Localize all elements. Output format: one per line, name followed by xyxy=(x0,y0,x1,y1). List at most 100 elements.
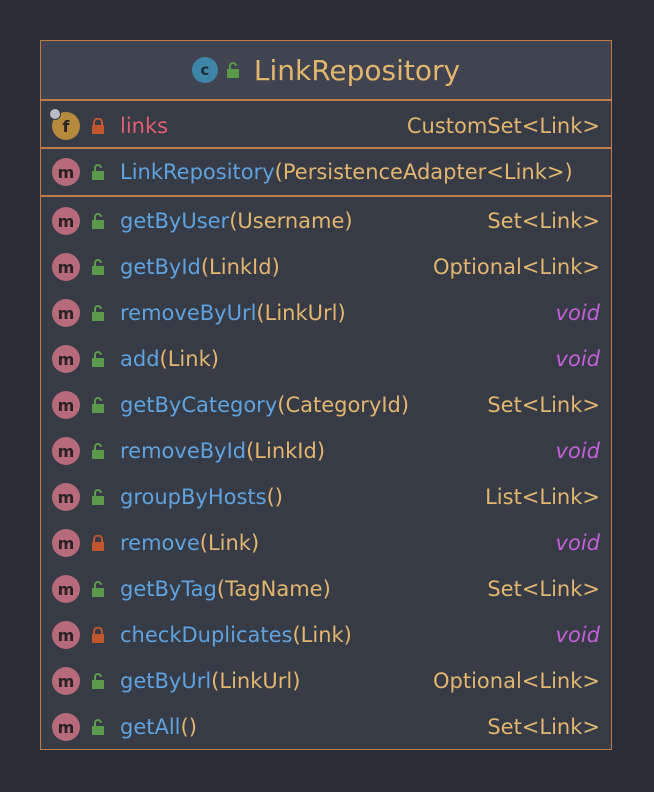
member-identifier: getByCategory xyxy=(120,393,278,417)
member-params: (PersistenceAdapter<Link>) xyxy=(274,160,573,184)
member-identifier: remove xyxy=(120,531,200,555)
public-lock-icon xyxy=(92,259,104,275)
member-params: (TagName) xyxy=(216,577,331,601)
member-params: (CategoryId) xyxy=(277,393,410,417)
class-diagram-box: c LinkRepository f links CustomSet<Link> m… xyxy=(40,40,612,750)
return-type: void xyxy=(555,623,600,647)
return-type: Set<Link> xyxy=(487,577,600,601)
member-identifier: removeById xyxy=(120,439,247,463)
member-params: (LinkId) xyxy=(246,439,326,463)
method-row[interactable]: m getByTag(TagName) Set<Link> xyxy=(41,566,611,612)
member-identifier: LinkRepository xyxy=(120,160,275,184)
method-row[interactable]: m removeById(LinkId) void xyxy=(41,428,611,474)
method-badge-icon: m xyxy=(52,575,80,603)
member-params: () xyxy=(180,715,197,739)
member-identifier: getByUser xyxy=(120,209,230,233)
member-name: getByUrl(LinkUrl) xyxy=(120,669,300,693)
member-params: () xyxy=(266,485,283,509)
method-row[interactable]: m add(Link) void xyxy=(41,336,611,382)
class-icon: c xyxy=(191,57,218,83)
private-lock-icon xyxy=(92,535,104,551)
return-type: Set<Link> xyxy=(487,715,600,739)
public-lock-icon xyxy=(92,673,104,689)
constructors-section: m LinkRepository(PersistenceAdapter<Link>… xyxy=(41,149,611,197)
public-lock-icon xyxy=(92,213,104,229)
public-lock-icon xyxy=(92,443,104,459)
method-row[interactable]: m getAll() Set<Link> xyxy=(41,704,611,750)
public-lock-icon xyxy=(92,305,104,321)
member-params: (LinkUrl) xyxy=(211,669,301,693)
constructor-row[interactable]: m LinkRepository(PersistenceAdapter<Link>… xyxy=(41,149,611,195)
member-params: (LinkUrl) xyxy=(256,301,346,325)
member-name: getByCategory(CategoryId) xyxy=(120,393,409,417)
method-row[interactable]: m getByUrl(LinkUrl) Optional<Link> xyxy=(41,658,611,704)
method-badge-icon: m xyxy=(52,437,80,465)
fields-section: f links CustomSet<Link> xyxy=(41,101,611,149)
method-badge-icon: m xyxy=(52,621,80,649)
member-params: (Link) xyxy=(292,623,352,647)
return-type: Optional<Link> xyxy=(433,669,600,693)
member-name: add(Link) xyxy=(120,347,219,371)
member-identifier: checkDuplicates xyxy=(120,623,293,647)
field-row[interactable]: f links CustomSet<Link> xyxy=(41,103,611,149)
public-lock-icon xyxy=(92,397,104,413)
method-badge-icon: m xyxy=(52,158,80,186)
return-type: List<Link> xyxy=(485,485,600,509)
method-row[interactable]: m removeByUrl(LinkUrl) void xyxy=(41,290,611,336)
field-icon: f xyxy=(49,108,80,140)
field-type: CustomSet<Link> xyxy=(406,114,600,138)
public-lock-icon xyxy=(92,351,104,367)
member-identifier: getAll xyxy=(120,715,181,739)
method-badge-icon: m xyxy=(52,529,80,557)
method-row[interactable]: m groupByHosts() List<Link> xyxy=(41,474,611,520)
member-name: getById(LinkId) xyxy=(120,255,280,279)
private-lock-icon xyxy=(92,627,104,643)
method-badge-icon: m xyxy=(52,345,80,373)
return-type: void xyxy=(555,531,600,555)
public-lock-icon xyxy=(92,164,104,180)
method-badge-icon: m xyxy=(52,713,80,741)
member-identifier: removeByUrl xyxy=(120,301,257,325)
member-params: (Link) xyxy=(159,347,219,371)
public-lock-icon xyxy=(92,489,104,505)
member-params: (Username) xyxy=(229,209,353,233)
method-badge-icon: m xyxy=(52,253,80,281)
method-row[interactable]: m getByUser(Username) Set<Link> xyxy=(41,198,611,244)
member-name: getByTag(TagName) xyxy=(120,577,331,601)
return-type: void xyxy=(555,439,600,463)
member-name: getByUser(Username) xyxy=(120,209,353,233)
return-type: Set<Link> xyxy=(487,209,600,233)
private-lock-icon xyxy=(92,118,104,134)
member-params: (Link) xyxy=(199,531,260,555)
pin-icon xyxy=(49,108,61,120)
method-badge-icon: m xyxy=(52,299,80,327)
method-badge-icon: m xyxy=(52,483,80,511)
member-name: checkDuplicates(Link) xyxy=(120,623,352,647)
method-row[interactable]: m getById(LinkId) Optional<Link> xyxy=(41,244,611,290)
class-header: c LinkRepository xyxy=(41,41,611,101)
member-identifier: links xyxy=(120,114,169,138)
member-identifier: getByUrl xyxy=(120,669,212,693)
member-name: remove(Link) xyxy=(120,531,259,555)
method-row[interactable]: m remove(Link) void xyxy=(41,520,611,566)
method-badge-icon: m xyxy=(52,667,80,695)
member-name: removeByUrl(LinkUrl) xyxy=(120,301,346,325)
public-lock-icon xyxy=(92,719,104,735)
public-lock-icon xyxy=(226,62,239,78)
method-badge-icon: m xyxy=(52,207,80,235)
member-params: (LinkId) xyxy=(200,255,280,279)
member-name: groupByHosts() xyxy=(120,485,283,509)
member-name: getAll() xyxy=(120,715,197,739)
field-name: links xyxy=(120,114,168,138)
member-name: removeById(LinkId) xyxy=(120,439,325,463)
method-badge-icon: m xyxy=(52,391,80,419)
public-lock-icon xyxy=(92,581,104,597)
class-title: LinkRepository xyxy=(253,53,461,87)
method-row[interactable]: m getByCategory(CategoryId) Set<Link> xyxy=(41,382,611,428)
member-identifier: groupByHosts xyxy=(120,485,267,509)
member-identifier: add xyxy=(120,347,160,371)
member-identifier: getById xyxy=(120,255,201,279)
return-type: void xyxy=(555,347,600,371)
method-row[interactable]: m checkDuplicates(Link) void xyxy=(41,612,611,658)
return-type: Set<Link> xyxy=(487,393,600,417)
